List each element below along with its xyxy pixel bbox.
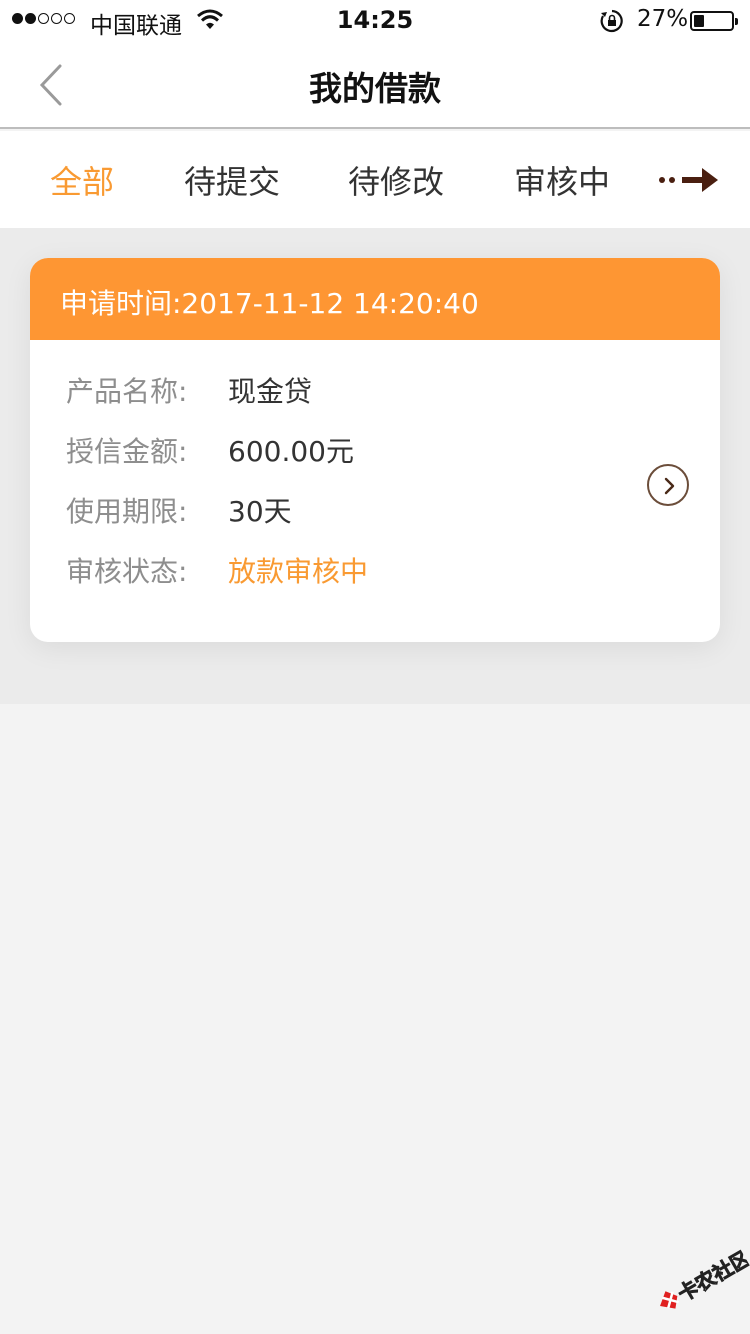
field-label: 授信金额: (66, 435, 188, 468)
loan-card[interactable]: 申请时间:2017-11-12 14:20:40 产品名称: 现金贷 授信金额: 6… (30, 258, 720, 642)
field-review-status: 审核状态: 放款审核中 (66, 550, 368, 590)
field-value: 30天 (228, 495, 292, 528)
status-bar: 中国联通 14:25 27% (0, 0, 750, 40)
field-term: 使用期限: 30天 (66, 490, 292, 530)
tab-pending-submit[interactable]: 待提交 (184, 157, 280, 203)
navigation-bar: 我的借款 (0, 40, 750, 129)
field-value: 现金贷 (228, 375, 313, 408)
rotation-lock-icon (600, 9, 623, 33)
circle-chevron-right-icon[interactable] (647, 464, 689, 506)
page-title: 我的借款 (309, 69, 441, 108)
battery-icon (690, 11, 738, 31)
dots-arrow-right-icon[interactable] (658, 166, 720, 194)
field-value: 600.00元 (228, 435, 354, 468)
field-label: 产品名称: (66, 375, 188, 408)
application-time: 申请时间:2017-11-12 14:20:40 (30, 258, 720, 340)
field-credit-amount: 授信金额: 600.00元 (66, 430, 354, 470)
status-badge: 放款审核中 (228, 555, 369, 588)
tab-under-review[interactable]: 审核中 (514, 157, 610, 203)
svg-text:卡农社区: 卡农社区 (674, 1245, 750, 1306)
field-product-name: 产品名称: 现金贷 (66, 370, 312, 410)
field-label: 使用期限: (66, 495, 188, 528)
tab-pending-edit[interactable]: 待修改 (348, 157, 444, 203)
loan-list: 申请时间:2017-11-12 14:20:40 产品名称: 现金贷 授信金额: 6… (0, 228, 750, 704)
status-tabs: 全部 待提交 待修改 审核中 (0, 131, 750, 228)
field-label: 审核状态: (66, 555, 188, 588)
tab-all[interactable]: 全部 (50, 157, 114, 203)
battery-percentage: 27% (637, 6, 689, 32)
watermark-logo: 卡农社区 (660, 1245, 750, 1309)
